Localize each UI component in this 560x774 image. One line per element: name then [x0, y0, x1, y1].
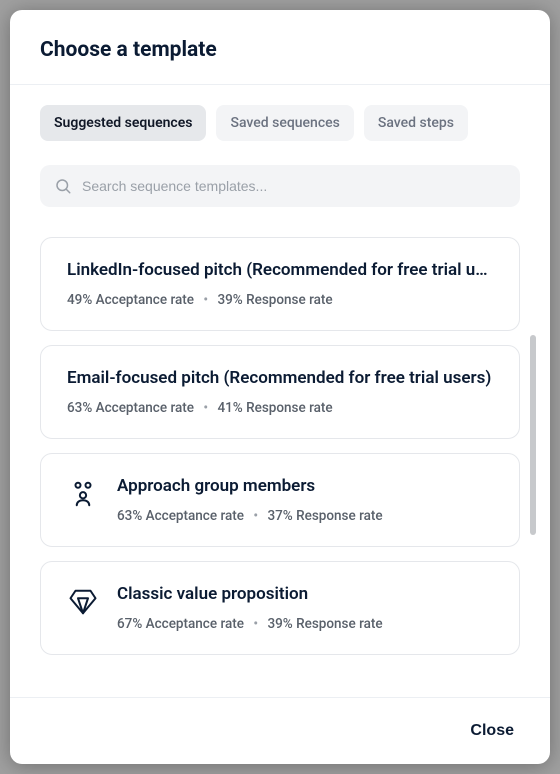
template-stats: 67% Acceptance rate • 39% Response rate	[117, 616, 493, 632]
template-modal: Choose a template Suggested sequences Sa…	[10, 10, 550, 764]
scrollbar[interactable]	[530, 335, 536, 535]
acceptance-label: Acceptance rate	[146, 508, 244, 524]
tab-saved-steps[interactable]: Saved steps	[364, 105, 468, 141]
separator-dot: •	[203, 400, 208, 416]
tabs: Suggested sequences Saved sequences Save…	[40, 105, 520, 141]
modal-body[interactable]: Suggested sequences Saved sequences Save…	[10, 85, 550, 697]
response-value: 39%	[217, 292, 242, 308]
template-stats: 63% Acceptance rate • 37% Response rate	[117, 508, 493, 524]
search-input[interactable]	[82, 178, 506, 194]
separator-dot: •	[203, 292, 208, 308]
acceptance-label: Acceptance rate	[96, 292, 194, 308]
acceptance-value: 67%	[117, 616, 142, 632]
template-title: Approach group members	[117, 476, 493, 496]
response-label: Response rate	[246, 292, 333, 308]
response-value: 39%	[267, 616, 292, 632]
template-stats: 49% Acceptance rate • 39% Response rate	[67, 292, 493, 308]
separator-dot: •	[253, 508, 258, 524]
template-card[interactable]: Approach group members 63% Acceptance ra…	[40, 453, 520, 547]
template-card[interactable]: LinkedIn-focused pitch (Recommended for …	[40, 237, 520, 331]
close-button[interactable]: Close	[462, 716, 522, 746]
response-label: Response rate	[296, 616, 383, 632]
template-card[interactable]: Email-focused pitch (Recommended for fre…	[40, 345, 520, 439]
group-icon	[67, 478, 99, 510]
modal-title: Choose a template	[40, 38, 520, 62]
response-label: Response rate	[296, 508, 383, 524]
acceptance-label: Acceptance rate	[96, 400, 194, 416]
template-title: Email-focused pitch (Recommended for fre…	[67, 368, 493, 388]
search-icon	[54, 177, 72, 195]
template-card[interactable]: Classic value proposition 67% Acceptance…	[40, 561, 520, 655]
response-label: Response rate	[246, 400, 333, 416]
acceptance-value: 63%	[67, 400, 92, 416]
template-title: Classic value proposition	[117, 584, 493, 604]
acceptance-value: 49%	[67, 292, 92, 308]
separator-dot: •	[253, 616, 258, 632]
diamond-icon	[67, 586, 99, 618]
acceptance-label: Acceptance rate	[146, 616, 244, 632]
tab-suggested-sequences[interactable]: Suggested sequences	[40, 105, 206, 141]
template-stats: 63% Acceptance rate • 41% Response rate	[67, 400, 493, 416]
acceptance-value: 63%	[117, 508, 142, 524]
response-value: 37%	[267, 508, 292, 524]
modal-footer: Close	[10, 697, 550, 764]
template-title: LinkedIn-focused pitch (Recommended for …	[67, 260, 493, 280]
tab-saved-sequences[interactable]: Saved sequences	[216, 105, 353, 141]
search-container[interactable]	[40, 165, 520, 207]
modal-header: Choose a template	[10, 10, 550, 85]
response-value: 41%	[217, 400, 242, 416]
